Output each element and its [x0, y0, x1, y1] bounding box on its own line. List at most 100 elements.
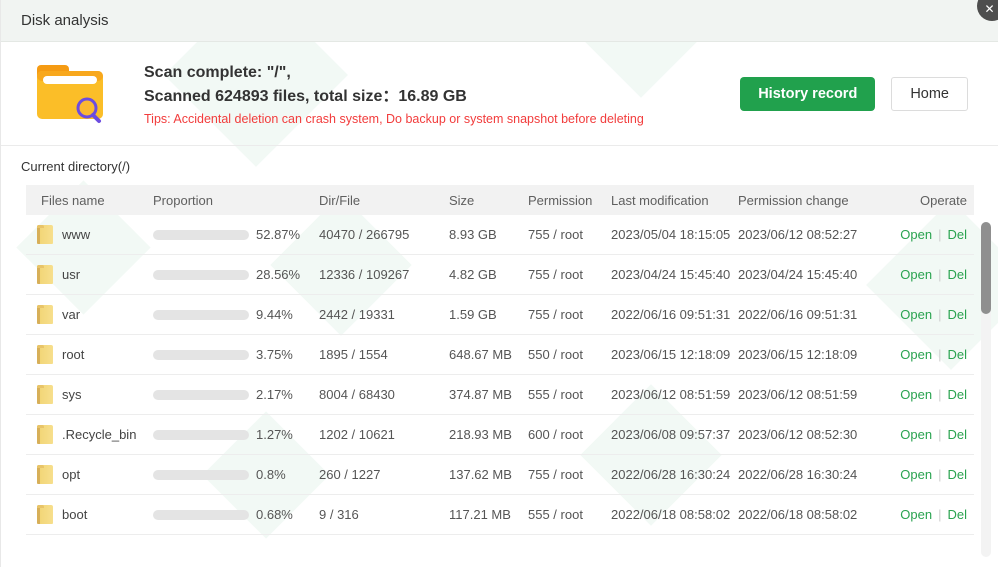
file-name: .Recycle_bin [62, 427, 136, 442]
proportion-value: 0.8% [256, 467, 286, 482]
header-last-modification: Last modification [611, 193, 738, 208]
table-row: root 3.75% 1895 / 1554 648.67 MB 550 / r… [26, 335, 974, 375]
open-link[interactable]: Open [900, 427, 932, 442]
file-size: 4.82 GB [449, 267, 528, 282]
dir-file-count: 9 / 316 [319, 507, 449, 522]
permission-change: 2023/04/24 15:45:40 [738, 267, 868, 282]
table-row: boot 0.68% 9 / 316 117.21 MB 555 / root … [26, 495, 974, 535]
file-size: 374.87 MB [449, 387, 528, 402]
proportion-cell: 2.17% [153, 387, 319, 402]
operate-cell: Open|Del [868, 507, 974, 522]
open-link[interactable]: Open [900, 267, 932, 282]
operate-separator: | [938, 387, 941, 402]
header-dir-file: Dir/File [319, 193, 449, 208]
proportion-value: 3.75% [256, 347, 293, 362]
file-size: 648.67 MB [449, 347, 528, 362]
permission-value: 555 / root [528, 387, 611, 402]
proportion-value: 1.27% [256, 427, 293, 442]
open-link[interactable]: Open [900, 227, 932, 242]
summary-actions: History record Home [740, 77, 968, 111]
open-link[interactable]: Open [900, 467, 932, 482]
file-name: opt [62, 467, 80, 482]
proportion-bar [153, 430, 249, 440]
operate-separator: | [938, 427, 941, 442]
vertical-scrollbar-thumb[interactable] [981, 222, 991, 314]
file-name-cell: sys [26, 385, 153, 404]
del-link[interactable]: Del [947, 467, 967, 482]
operate-separator: | [938, 467, 941, 482]
folder-icon [37, 305, 53, 324]
proportion-value: 2.17% [256, 387, 293, 402]
operate-cell: Open|Del [868, 267, 974, 282]
permission-change: 2022/06/28 16:30:24 [738, 467, 868, 482]
del-link[interactable]: Del [947, 227, 967, 242]
folder-icon [37, 345, 53, 364]
header-size: Size [449, 193, 528, 208]
open-link[interactable]: Open [900, 347, 932, 362]
last-modification: 2023/04/24 15:45:40 [611, 267, 738, 282]
operate-cell: Open|Del [868, 227, 974, 242]
del-link[interactable]: Del [947, 347, 967, 362]
file-name-cell: var [26, 305, 153, 324]
proportion-value: 52.87% [256, 227, 300, 242]
proportion-cell: 28.56% [153, 267, 319, 282]
last-modification: 2023/06/12 08:51:59 [611, 387, 738, 402]
folder-search-icon [31, 59, 109, 129]
operate-cell: Open | Del [868, 427, 974, 442]
file-name: usr [62, 267, 80, 282]
permission-value: 550 / root [528, 347, 611, 362]
operate-cell: Open | Del [868, 467, 974, 482]
del-link[interactable]: Del [947, 507, 967, 522]
vertical-scrollbar-track[interactable] [981, 222, 991, 557]
del-link[interactable]: Del [947, 387, 967, 402]
file-name-cell: www [26, 225, 153, 244]
open-link[interactable]: Open [900, 507, 932, 522]
proportion-bar [153, 230, 249, 240]
file-size: 137.62 MB [449, 467, 528, 482]
dir-file-count: 40470 / 266795 [319, 227, 449, 242]
file-name: sys [62, 387, 82, 402]
dir-file-count: 1202 / 10621 [319, 427, 449, 442]
file-name: var [62, 307, 80, 322]
last-modification: 2022/06/18 08:58:02 [611, 507, 738, 522]
proportion-bar [153, 510, 249, 520]
dir-file-count: 8004 / 68430 [319, 387, 449, 402]
folder-icon [37, 265, 53, 284]
file-name-cell: opt [26, 465, 153, 484]
dir-file-count: 2442 / 19331 [319, 307, 449, 322]
del-link[interactable]: Del [947, 427, 967, 442]
dir-file-count: 1895 / 1554 [319, 347, 449, 362]
table-row: .Recycle_bin 1.27% 1202 / 10621 218.93 M… [26, 415, 974, 455]
del-link[interactable]: Del [947, 267, 967, 282]
table-row: var 9.44% 2442 / 19331 1.59 GB 755 / roo… [26, 295, 974, 335]
table-row: usr 28.56% 12336 / 109267 4.82 GB 755 / … [26, 255, 974, 295]
proportion-bar [153, 310, 249, 320]
close-icon: ✕ [984, 2, 994, 16]
history-record-button[interactable]: History record [740, 77, 875, 111]
open-link[interactable]: Open [900, 387, 932, 402]
header-permission: Permission [528, 193, 611, 208]
disk-analysis-window: ✕ Disk analysis Scan complete: "/", Scan… [0, 0, 998, 567]
del-link[interactable]: Del [947, 307, 967, 322]
file-name: www [62, 227, 90, 242]
proportion-cell: 52.87% [153, 227, 319, 242]
open-link[interactable]: Open [900, 307, 932, 322]
titlebar: Disk analysis [1, 0, 998, 42]
proportion-cell: 0.8% [153, 467, 319, 482]
table-row: opt 0.8% 260 / 1227 137.62 MB 755 / root… [26, 455, 974, 495]
scan-summary: Scan complete: "/", Scanned 624893 files… [1, 42, 998, 146]
scan-complete-line: Scan complete: "/", [144, 61, 644, 85]
file-size: 8.93 GB [449, 227, 528, 242]
file-name-cell: root [26, 345, 153, 364]
window-title: Disk analysis [21, 12, 109, 29]
folder-icon [37, 225, 53, 244]
permission-value: 755 / root [528, 227, 611, 242]
last-modification: 2022/06/16 09:51:31 [611, 307, 738, 322]
permission-change: 2022/06/18 08:58:02 [738, 507, 868, 522]
operate-cell: Open|Del [868, 307, 974, 322]
permission-change: 2023/06/12 08:52:30 [738, 427, 868, 442]
home-button[interactable]: Home [891, 77, 968, 111]
proportion-cell: 9.44% [153, 307, 319, 322]
folder-icon [37, 465, 53, 484]
file-size: 1.59 GB [449, 307, 528, 322]
